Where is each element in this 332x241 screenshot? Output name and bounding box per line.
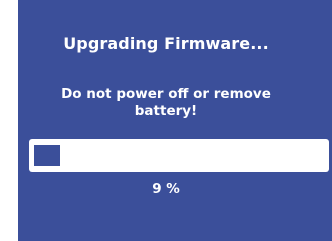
progress-bar: [29, 139, 329, 172]
power-warning-line-2: battery!: [134, 103, 198, 119]
power-warning-line-1: Do not power off or remove: [61, 86, 271, 102]
progress-percent-label: 9 %: [152, 181, 180, 197]
progress-bar-fill: [34, 145, 60, 166]
power-warning: Do not power off or remove battery!: [0, 86, 332, 120]
upgrade-title: Upgrading Firmware...: [63, 34, 269, 53]
firmware-upgrade-screen: Upgrading Firmware... Do not power off o…: [18, 0, 332, 241]
